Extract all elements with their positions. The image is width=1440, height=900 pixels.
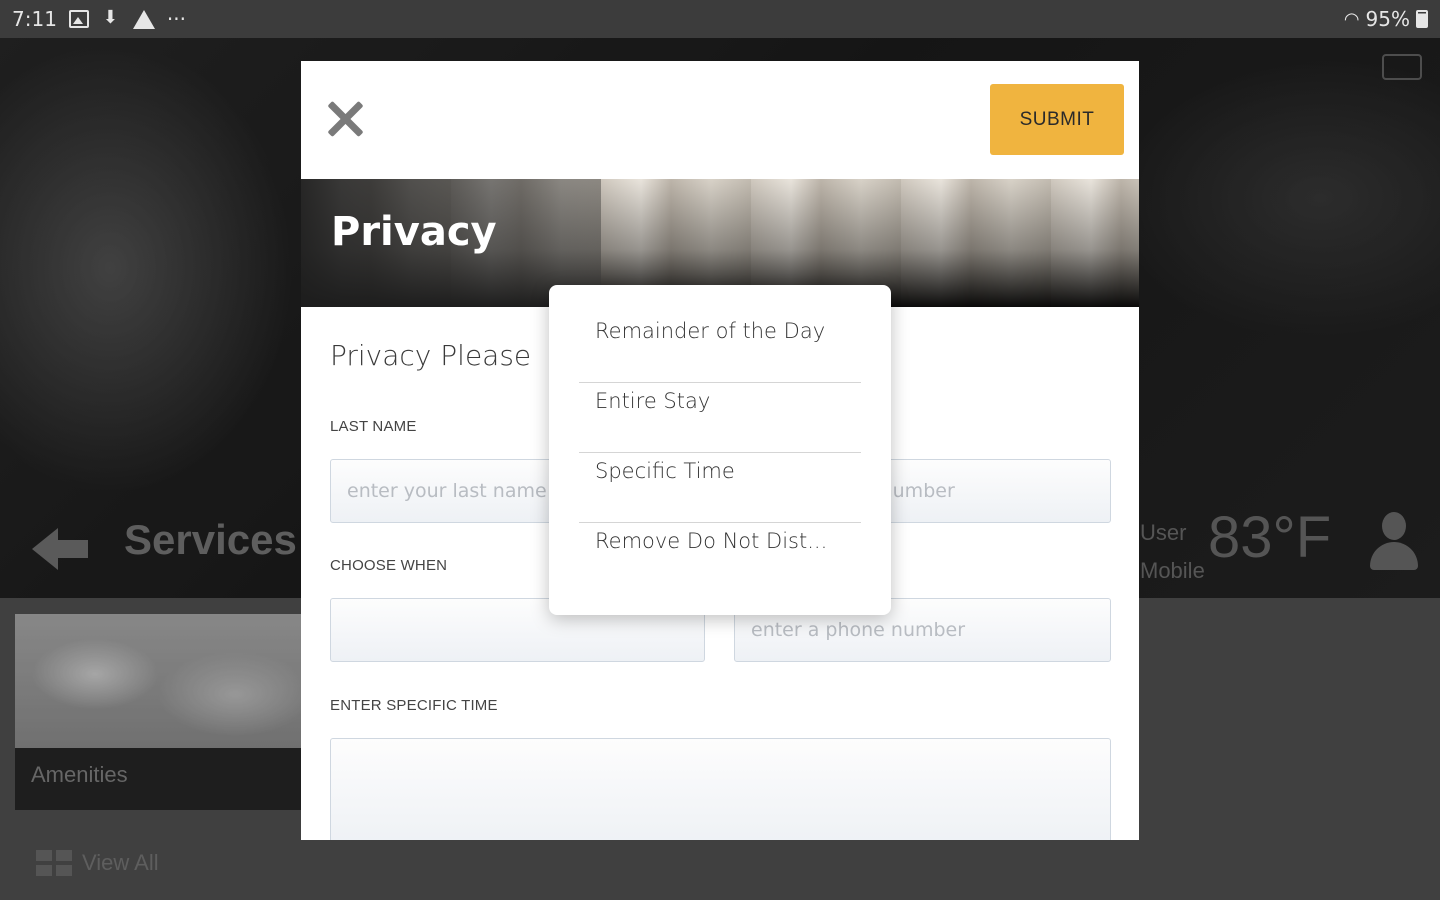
choose-when-label: CHOOSE WHEN	[330, 557, 448, 574]
banner-title: Privacy	[331, 209, 497, 255]
user-label-line1: User	[1140, 520, 1187, 545]
user-label-line2: Mobile	[1140, 558, 1205, 583]
choose-when-dropdown: Remainder of the Day Entire Stay Specifi…	[549, 285, 891, 615]
specific-time-textarea[interactable]	[330, 738, 1111, 840]
chart-icon	[1382, 54, 1422, 80]
status-left: 7:11 ···	[12, 7, 186, 31]
grid-icon	[36, 850, 72, 876]
services-title: Services	[124, 516, 297, 563]
amenities-label: Amenities	[31, 762, 128, 787]
option-entire-stay[interactable]: Entire Stay	[579, 383, 861, 453]
wifi-icon: ◠	[1343, 8, 1360, 30]
image-icon	[68, 10, 89, 28]
amenities-image	[15, 614, 315, 748]
battery-icon	[1416, 10, 1428, 28]
option-specific-time[interactable]: Specific Time	[579, 453, 861, 523]
status-time: 7:11	[12, 7, 57, 31]
section-title: Privacy Please	[330, 339, 532, 372]
status-bar: 7:11 ··· ◠ 95%	[0, 0, 1440, 38]
view-all-link[interactable]: View All	[36, 850, 159, 876]
submit-button[interactable]: SUBMIT	[990, 84, 1124, 155]
amenities-card[interactable]: Amenities	[15, 614, 315, 810]
close-icon[interactable]	[325, 99, 365, 139]
more-notifications-icon: ···	[166, 7, 186, 31]
user-icon[interactable]	[1366, 512, 1422, 572]
view-all-label: View All	[82, 850, 159, 875]
user-label: User Mobile	[1140, 514, 1205, 590]
option-remove-dnd[interactable]: Remove Do Not Dist...	[579, 523, 861, 593]
battery-percent: 95%	[1365, 7, 1410, 31]
status-right: ◠ 95%	[1344, 7, 1428, 31]
back-arrow-icon[interactable]	[32, 526, 90, 572]
last-name-label: LAST NAME	[330, 418, 417, 435]
specific-time-label: ENTER SPECIFIC TIME	[330, 697, 498, 714]
download-icon	[101, 7, 121, 28]
warning-icon	[132, 9, 155, 29]
option-remainder-of-day[interactable]: Remainder of the Day	[579, 313, 861, 383]
temperature: 83°F	[1208, 505, 1332, 570]
